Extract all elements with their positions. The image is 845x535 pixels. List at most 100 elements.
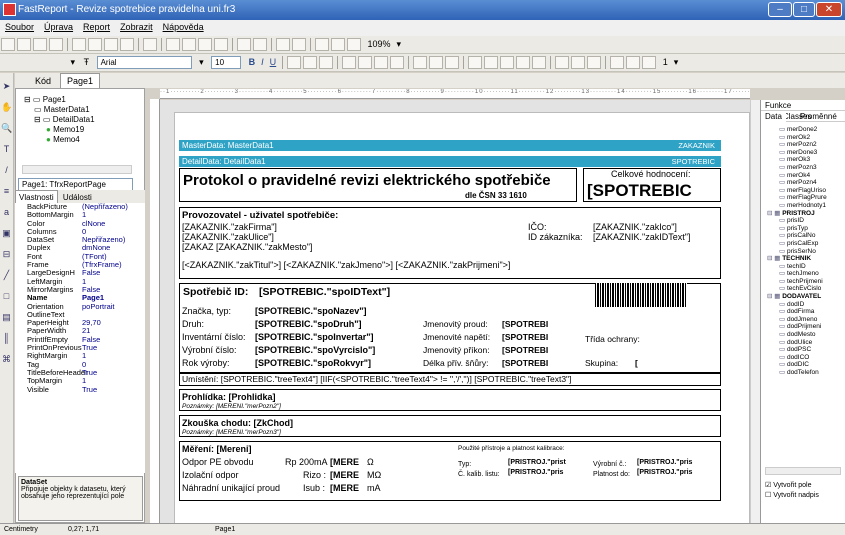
- pen-tool-icon[interactable]: /: [1, 165, 12, 176]
- row-field[interactable]: [SPOTREBIC."spoNazev"]: [255, 306, 367, 316]
- property-row[interactable]: TitleBeforeHeader True: [15, 369, 145, 377]
- property-value[interactable]: True: [82, 369, 97, 377]
- m-field[interactable]: [MERE: [330, 470, 359, 480]
- bold-icon[interactable]: B: [246, 54, 259, 71]
- report-title[interactable]: Protokol o pravidelné revizi elektrickéh…: [183, 172, 551, 189]
- italic-icon[interactable]: I: [258, 54, 267, 71]
- barcode[interactable]: [595, 283, 687, 307]
- m-unit[interactable]: mA: [367, 483, 381, 493]
- grid-align-icon[interactable]: [331, 38, 345, 51]
- new-page-icon[interactable]: [72, 38, 86, 51]
- data-tree-field[interactable]: ▭ dodPSC: [767, 346, 845, 354]
- group-icon[interactable]: [276, 38, 290, 51]
- data-tree-field[interactable]: ▭ merPozn3: [767, 164, 845, 172]
- detail-band[interactable]: DetailData: DetailData1 SPOTREBIC: [179, 156, 721, 167]
- frame-top-icon[interactable]: [468, 56, 483, 69]
- rrow-field[interactable]: [SPOTREBI: [502, 332, 548, 342]
- grid-show-icon[interactable]: [315, 38, 329, 51]
- delete-page-icon[interactable]: [104, 38, 118, 51]
- align-left-icon[interactable]: [342, 56, 357, 69]
- redo-icon[interactable]: [253, 38, 267, 51]
- overall-value[interactable]: [SPOTREBIC: [587, 181, 692, 201]
- k-field[interactable]: [PRISTROJ."pris: [637, 469, 692, 476]
- property-row[interactable]: Name Page1: [15, 294, 145, 302]
- chart-object-icon[interactable]: ▤: [1, 312, 12, 323]
- rrow-label[interactable]: Jmenovitý proud:: [423, 319, 488, 329]
- barcode-object-icon[interactable]: ║: [1, 333, 12, 344]
- row-label[interactable]: Výrobní číslo:: [182, 345, 237, 355]
- zoom-tool-icon[interactable]: 🔍: [1, 123, 12, 134]
- row-field[interactable]: [SPOTREBIC."spoRokvyr"]: [255, 358, 371, 368]
- data-tree-field[interactable]: ▭ dodJmeno: [767, 316, 845, 324]
- create-header-checkbox[interactable]: ☐ Vytvořit nadpis: [765, 491, 819, 499]
- data-tree-group[interactable]: ⊟ ▦ DODAVATEL: [767, 293, 845, 301]
- k-label[interactable]: Typ:: [458, 461, 471, 468]
- property-value[interactable]: False: [82, 286, 100, 294]
- style-icon[interactable]: [319, 56, 334, 69]
- property-value[interactable]: dmNone: [82, 244, 110, 252]
- protection-class-label[interactable]: Třída ochrany:: [585, 334, 640, 344]
- property-row[interactable]: TopMargin 1: [15, 377, 145, 385]
- new-icon[interactable]: [1, 38, 15, 51]
- overall-label[interactable]: Celkové hodnocení:: [611, 169, 691, 179]
- valign-bottom-icon[interactable]: [445, 56, 460, 69]
- data-tree-field[interactable]: ▭ merPozn2: [767, 141, 845, 149]
- subreport-icon[interactable]: ⊟: [1, 249, 12, 260]
- line-style-icon[interactable]: [642, 56, 657, 69]
- rrow-label[interactable]: Jmenovitý příkon:: [423, 345, 490, 355]
- shape-object-icon[interactable]: □: [1, 291, 12, 302]
- report-page[interactable]: MasterData: MasterData1 ZAKAZNIK DetailDa…: [174, 112, 750, 523]
- select-tool-icon[interactable]: ➤: [1, 81, 12, 92]
- data-tree-field[interactable]: ▭ merOk4: [767, 172, 845, 180]
- m-field[interactable]: [MERE: [330, 483, 359, 493]
- tab-data[interactable]: Data: [761, 111, 786, 122]
- font-combo[interactable]: Arial: [96, 56, 192, 69]
- align-justify-icon[interactable]: [390, 56, 405, 69]
- property-row[interactable]: Duplex dmNone: [15, 244, 145, 252]
- m-unit[interactable]: MΩ: [367, 470, 381, 480]
- frame-all-icon[interactable]: [532, 56, 547, 69]
- idz-field[interactable]: [ZAKAZNIK."zakIDText"]: [593, 232, 690, 242]
- tree-item-detaildata1[interactable]: ⊟ ▭ DetailData1: [24, 115, 144, 125]
- property-value[interactable]: 1: [82, 278, 86, 286]
- property-value[interactable]: False: [82, 269, 100, 277]
- tree-item-page1[interactable]: ⊟ ▭ Page1: [24, 95, 144, 105]
- data-tree-field[interactable]: ▭ techEvCislo: [767, 285, 845, 293]
- data-tree-field[interactable]: ▭ dodID: [767, 301, 845, 309]
- ulice-field[interactable]: [ZAKAZNIK."zakUlice"]: [182, 232, 274, 242]
- run-test-notes[interactable]: Poznámky: [MERENI."merPozn3"]: [182, 429, 281, 436]
- tab-variables[interactable]: Proměnné: [796, 111, 841, 122]
- format-painter-icon[interactable]: [214, 38, 228, 51]
- rrow-label[interactable]: Jmenovité napětí:: [423, 332, 490, 342]
- valign-center-icon[interactable]: [429, 56, 444, 69]
- inspection-heading[interactable]: Prohlídka: [Prohlidka]: [182, 392, 276, 402]
- paste-icon[interactable]: [198, 38, 212, 51]
- line-width-combo[interactable]: 1: [660, 54, 671, 71]
- tab-code[interactable]: Kód: [35, 76, 51, 86]
- property-value[interactable]: 1: [82, 211, 86, 219]
- master-band[interactable]: MasterData: MasterData1 ZAKAZNIK: [179, 140, 721, 151]
- frame-shadow-icon[interactable]: [571, 56, 586, 69]
- person-field[interactable]: [<ZAKAZNIK."zakTitul">] [<ZAKAZNIK."zakJ…: [182, 260, 510, 270]
- copy-icon[interactable]: [182, 38, 196, 51]
- rrow-label[interactable]: Délka přív. šňůry:: [423, 358, 489, 368]
- line-color-icon[interactable]: [626, 56, 641, 69]
- row-field[interactable]: [SPOTREBIC."spoDruh"]: [255, 319, 362, 329]
- property-row[interactable]: PaperHeight 29,70: [15, 319, 145, 327]
- highlight-icon[interactable]: [303, 56, 318, 69]
- property-value[interactable]: (TfrxFrame): [82, 261, 122, 269]
- variables-icon[interactable]: [143, 38, 157, 51]
- data-tree-field[interactable]: ▭ merOk3: [767, 156, 845, 164]
- data-tree-field[interactable]: ▭ dodFirma: [767, 308, 845, 316]
- align-center-icon[interactable]: [358, 56, 373, 69]
- data-tree-group[interactable]: ⊟ ▦ TECHNIK: [767, 255, 845, 263]
- cut-icon[interactable]: [166, 38, 180, 51]
- data-tree-field[interactable]: ▭ prisCalNo: [767, 232, 845, 240]
- data-tree-field[interactable]: ▭ prisTyp: [767, 225, 845, 233]
- property-value[interactable]: 21: [82, 327, 90, 335]
- picture-object-icon[interactable]: ▣: [1, 228, 12, 239]
- m-unit[interactable]: Ω: [367, 457, 374, 467]
- property-value[interactable]: 29,70: [82, 319, 101, 327]
- data-tree-field[interactable]: ▭ dodICO: [767, 354, 845, 362]
- ico-field[interactable]: [ZAKAZNIK."zakIco"]: [593, 222, 677, 232]
